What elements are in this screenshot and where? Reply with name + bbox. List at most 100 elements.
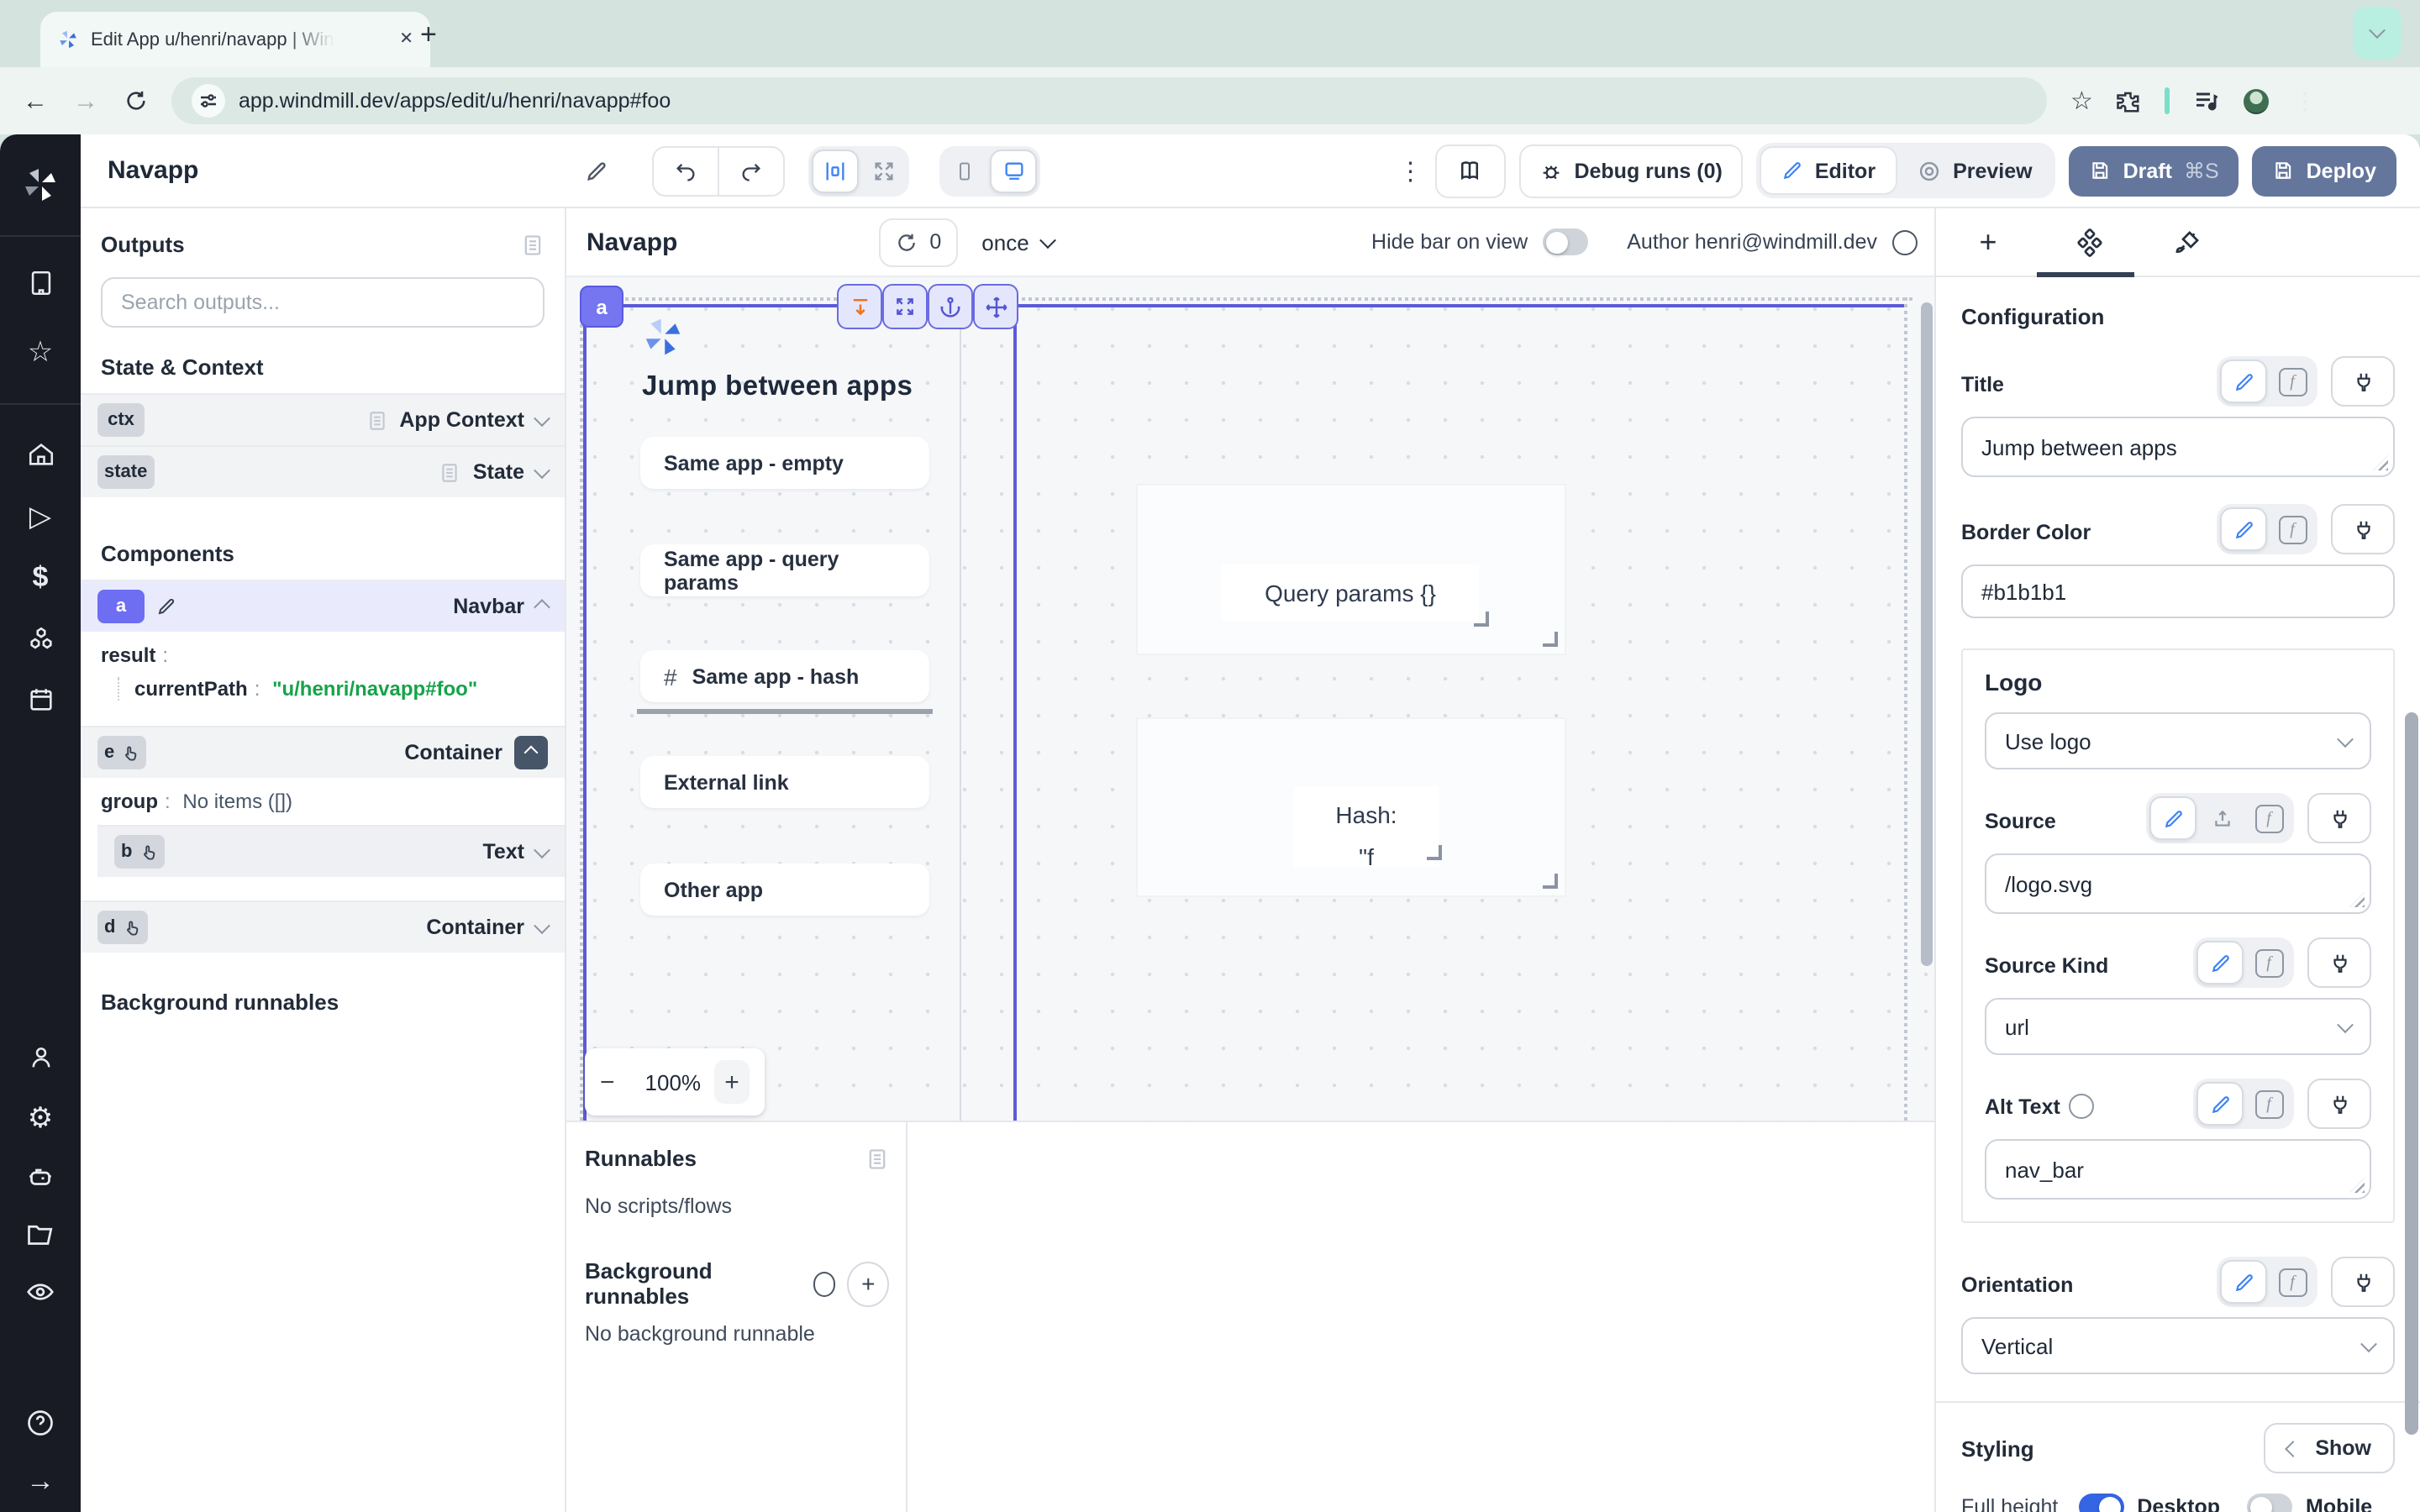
alt-text-input[interactable]: nav_bar <box>1985 1139 2371 1200</box>
full-height-desktop-toggle[interactable] <box>2078 1494 2123 1512</box>
upload-mode-button[interactable] <box>2200 798 2244 838</box>
sidebar-item-resources[interactable] <box>0 625 81 654</box>
expr-input-mode-button[interactable]: f <box>2247 942 2291 983</box>
state-row[interactable]: state State <box>81 445 565 497</box>
canvas-scrollbar[interactable] <box>1921 302 1933 966</box>
browser-menu-icon[interactable]: ⋮ <box>2293 87 2317 115</box>
sidebar-item-workers[interactable] <box>0 1163 81 1193</box>
windmill-logo[interactable] <box>0 165 81 205</box>
edit-pencil-icon[interactable] <box>156 596 176 617</box>
resize-handle[interactable] <box>1427 845 1442 860</box>
back-button[interactable]: ← <box>10 87 60 115</box>
redo-button[interactable] <box>718 147 783 194</box>
site-settings-icon[interactable] <box>192 84 225 118</box>
refresh-mode-dropdown[interactable]: once <box>981 229 1054 255</box>
connect-input-button[interactable] <box>2307 1079 2371 1129</box>
border-color-input[interactable]: #b1b1b1 <box>1961 564 2395 618</box>
connect-input-button[interactable] <box>2331 504 2395 554</box>
nav-item-external-link[interactable]: External link <box>640 756 929 808</box>
sidebar-item-schedules[interactable] <box>0 685 81 714</box>
resize-handle[interactable] <box>1543 632 1558 647</box>
reload-button[interactable] <box>111 89 161 113</box>
use-logo-select[interactable]: Use logo <box>1985 712 2371 769</box>
sidebar-item-runs[interactable]: ▷ <box>0 501 81 534</box>
full-height-mobile-toggle[interactable] <box>2247 1494 2292 1512</box>
sidebar-item-users[interactable] <box>0 1043 81 1072</box>
info-icon[interactable] <box>2069 1094 2094 1119</box>
static-input-mode-button[interactable] <box>2220 360 2267 403</box>
resize-handle[interactable] <box>1543 874 1558 889</box>
profile-avatar[interactable] <box>2244 88 2270 113</box>
show-styling-button[interactable]: Show <box>2263 1423 2395 1473</box>
connect-input-button[interactable] <box>2307 937 2371 988</box>
rename-app-pencil-icon[interactable] <box>585 159 608 182</box>
help-icon[interactable] <box>0 1408 81 1438</box>
zoom-out-button[interactable]: − <box>600 1068 615 1096</box>
expand-down-tool[interactable] <box>837 284 882 329</box>
static-input-mode-button[interactable] <box>2196 1082 2244 1126</box>
ctx-row[interactable]: ctx App Context <box>81 393 565 445</box>
anchor-tool[interactable] <box>928 284 973 329</box>
hide-bar-toggle[interactable] <box>1543 228 1588 255</box>
component-row-navbar[interactable]: a Navbar <box>81 580 565 632</box>
mobile-view-button[interactable] <box>943 150 986 191</box>
docs-button[interactable] <box>1434 144 1505 197</box>
deploy-button[interactable]: Deploy <box>2253 145 2396 196</box>
static-input-mode-button[interactable] <box>2196 941 2244 984</box>
full-width-layout-button[interactable] <box>862 150 906 191</box>
sidebar-item-apps[interactable] <box>0 269 81 297</box>
resize-handle[interactable] <box>1474 612 1489 627</box>
more-options-icon[interactable]: ⋮ <box>1397 155 1421 186</box>
expand-tool[interactable] <box>882 284 928 329</box>
component-row-container-e[interactable]: e Container <box>81 726 565 778</box>
query-params-text[interactable]: Query params {} <box>1222 564 1479 622</box>
url-bar[interactable]: app.windmill.dev/apps/edit/u/henri/navap… <box>171 77 2047 124</box>
panel-doc-icon[interactable] <box>521 233 544 256</box>
forward-button[interactable]: → <box>60 87 111 115</box>
debug-runs-button[interactable]: Debug runs (0) <box>1518 144 1742 197</box>
move-tool[interactable] <box>973 284 1018 329</box>
connect-input-button[interactable] <box>2307 793 2371 843</box>
sidebar-item-variables[interactable]: $ <box>0 561 81 595</box>
expr-input-mode-button[interactable]: f <box>2247 1084 2291 1124</box>
browser-tab[interactable]: Edit App u/henri/navapp | Win ✕ <box>40 12 430 67</box>
canvas[interactable]: a <box>566 277 1934 1121</box>
window-chevron-button[interactable] <box>2353 7 2402 59</box>
draft-button[interactable]: Draft ⌘S <box>2070 145 2239 196</box>
editor-tab[interactable]: Editor <box>1760 146 1897 195</box>
source-input[interactable]: /logo.svg <box>1985 853 2371 914</box>
sidebar-item-home[interactable] <box>0 440 81 469</box>
expr-input-mode-button[interactable]: f <box>2270 509 2314 549</box>
info-icon[interactable] <box>813 1271 836 1296</box>
refresh-count-button[interactable]: 0 <box>879 218 958 266</box>
new-tab-button[interactable]: + <box>420 18 437 52</box>
chevron-down-icon[interactable] <box>534 461 550 478</box>
extensions-icon[interactable] <box>2117 88 2142 113</box>
static-input-mode-button[interactable] <box>2220 507 2267 551</box>
expr-input-mode-button[interactable]: f <box>2270 361 2314 402</box>
connect-input-button[interactable] <box>2331 356 2395 407</box>
source-kind-select[interactable]: url <box>1985 998 2371 1055</box>
zoom-in-button[interactable]: + <box>714 1060 750 1104</box>
outputs-search-input[interactable] <box>118 289 528 316</box>
hash-text[interactable]: Hash: "f <box>1294 786 1439 867</box>
nav-item-same-app-hash[interactable]: # Same app - hash <box>640 650 929 702</box>
add-background-runnable-button[interactable]: + <box>848 1261 889 1306</box>
component-row-text-b[interactable]: b Text <box>97 825 565 877</box>
static-input-mode-button[interactable] <box>2220 1260 2267 1304</box>
nav-item-same-app-query-params[interactable]: Same app - query params <box>640 544 929 596</box>
bookmark-star-icon[interactable]: ☆ <box>2070 86 2093 116</box>
tab-close-icon[interactable]: ✕ <box>399 30 413 49</box>
panel-doc-icon[interactable] <box>865 1147 889 1170</box>
title-input[interactable]: Jump between apps <box>1961 417 2395 477</box>
undo-button[interactable] <box>654 147 718 194</box>
static-input-mode-button[interactable] <box>2149 796 2196 840</box>
styling-tab[interactable] <box>2138 208 2235 276</box>
sidebar-item-folders[interactable] <box>0 1220 81 1250</box>
nav-item-other-app[interactable]: Other app <box>640 864 929 916</box>
orientation-select[interactable]: Vertical <box>1961 1317 2395 1374</box>
sidebar-item-favorites[interactable]: ☆ <box>0 336 81 370</box>
selected-component-badge[interactable]: a <box>580 286 623 328</box>
connect-input-button[interactable] <box>2331 1257 2395 1307</box>
collapse-button[interactable] <box>514 736 548 769</box>
